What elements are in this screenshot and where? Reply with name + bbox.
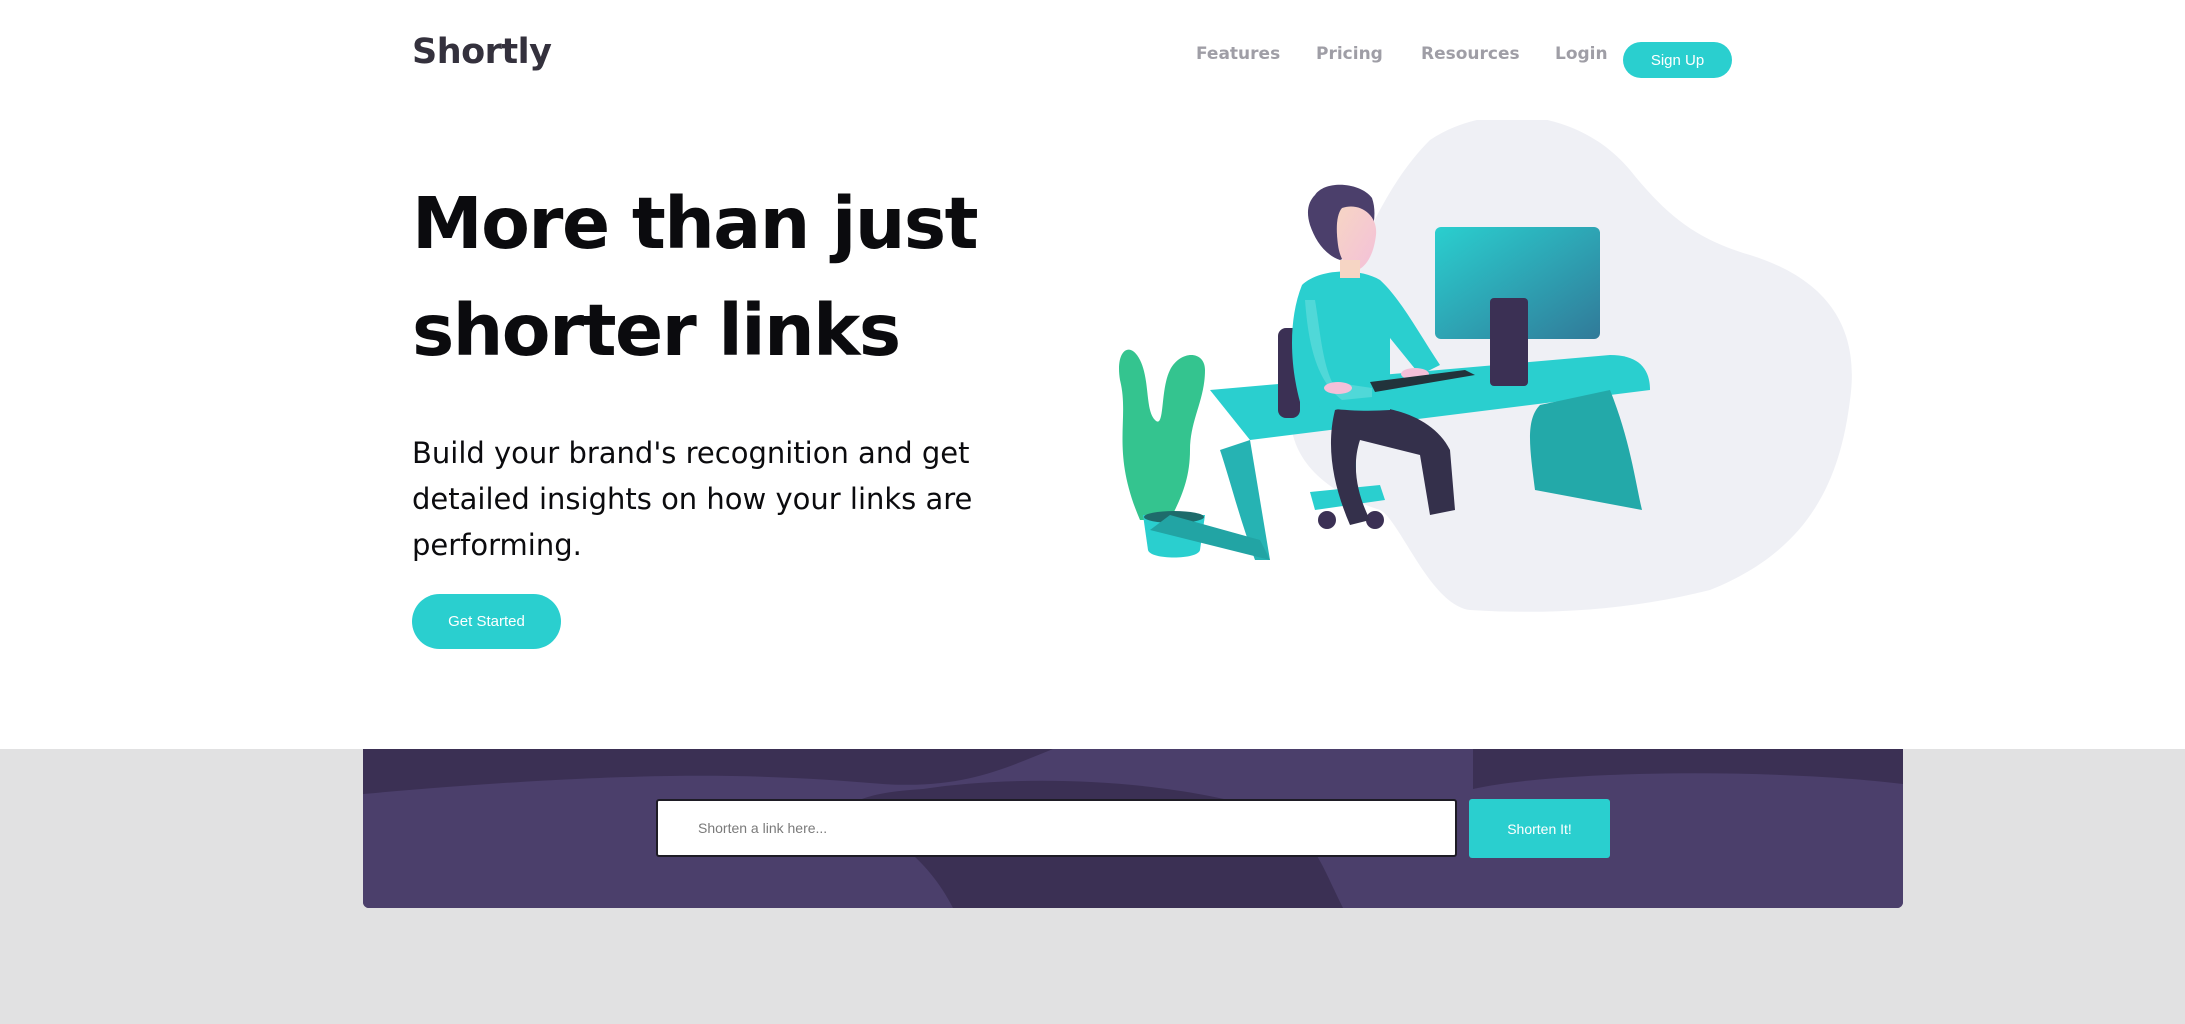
nav-link-resources[interactable]: Resources [1421,44,1520,64]
shorten-it-button[interactable]: Shorten It! [1469,799,1610,858]
sign-up-button[interactable]: Sign Up [1623,42,1732,78]
get-started-button[interactable]: Get Started [412,594,561,649]
nav-link-pricing[interactable]: Pricing [1316,44,1383,64]
nav-link-features[interactable]: Features [1196,44,1280,64]
plant-leaves [1119,349,1205,520]
shorten-link-input[interactable] [656,799,1457,857]
hero-title: More than just shorter links [412,182,979,372]
logo[interactable]: Shortly [412,32,552,72]
login-link[interactable]: Login [1555,44,1608,64]
person-working-illustration [1119,120,1852,612]
hero-subtitle: Build your brand's recognition and get d… [412,436,973,562]
shorten-link-box: Shorten It! [363,749,1903,908]
